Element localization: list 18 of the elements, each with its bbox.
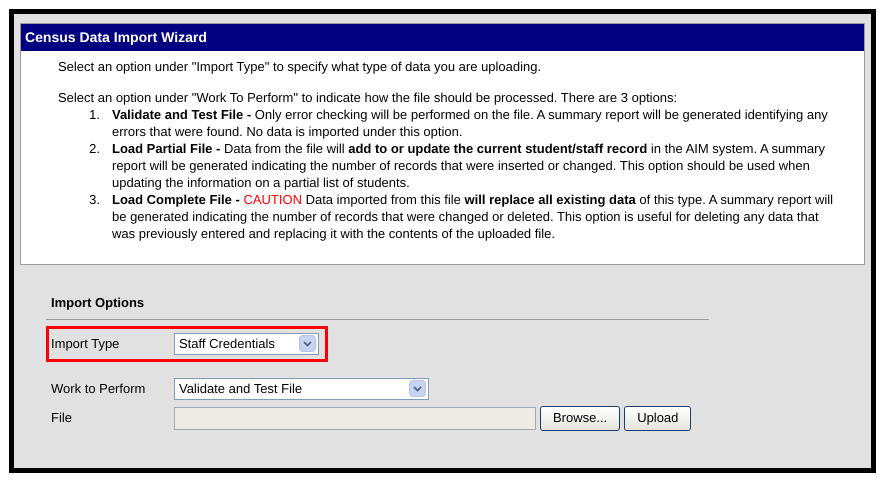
option-description: Load Complete File - CAUTION Data imported from this file will replace all existing data of this type. A summary report will be generated indicating the number of records that were changed or deleted. This option is useful for deleting any data that was previously entered and replacing it with the contents of the uploaded file. — [112, 191, 834, 242]
file-input-field[interactable] — [174, 406, 536, 430]
field-label: File — [51, 409, 73, 428]
intro-text: Select an option under "Work To Perform" to indicate how the file should be processed. There are 3 options: — [58, 89, 678, 106]
option-description: Validate and Test File - Only error checking will be performed on the file. A summary report will be generated identifying any errors that were found. No data is imported under this option. — [112, 106, 829, 140]
list-number: 3. — [88, 191, 100, 209]
section-heading: Import Options — [46, 293, 709, 320]
import-type-dropdown[interactable]: Staff Credentials — [174, 332, 319, 354]
field-label: Import Type — [51, 334, 120, 353]
upload-button[interactable]: Upload — [624, 406, 692, 430]
browse-button[interactable]: Browse... — [540, 406, 620, 430]
work-dropdown[interactable]: Validate and Test File — [174, 378, 429, 400]
field-label: Work to Perform — [51, 380, 146, 398]
option-description: Load Partial File - Data from the file will add to or update the current student/staff record in the AIM system. A summary report will be generated indicating the number of records that were inserted or changed. This option should be used when updating the information on a partial list of students. — [112, 140, 826, 191]
list-number: 1. — [88, 106, 100, 124]
intro-text: Select an option under "Import Type" to specify what type of data you are uploading. — [58, 58, 542, 75]
list-number: 2. — [88, 140, 100, 158]
window-title: Census Data Import Wizard — [21, 24, 864, 51]
